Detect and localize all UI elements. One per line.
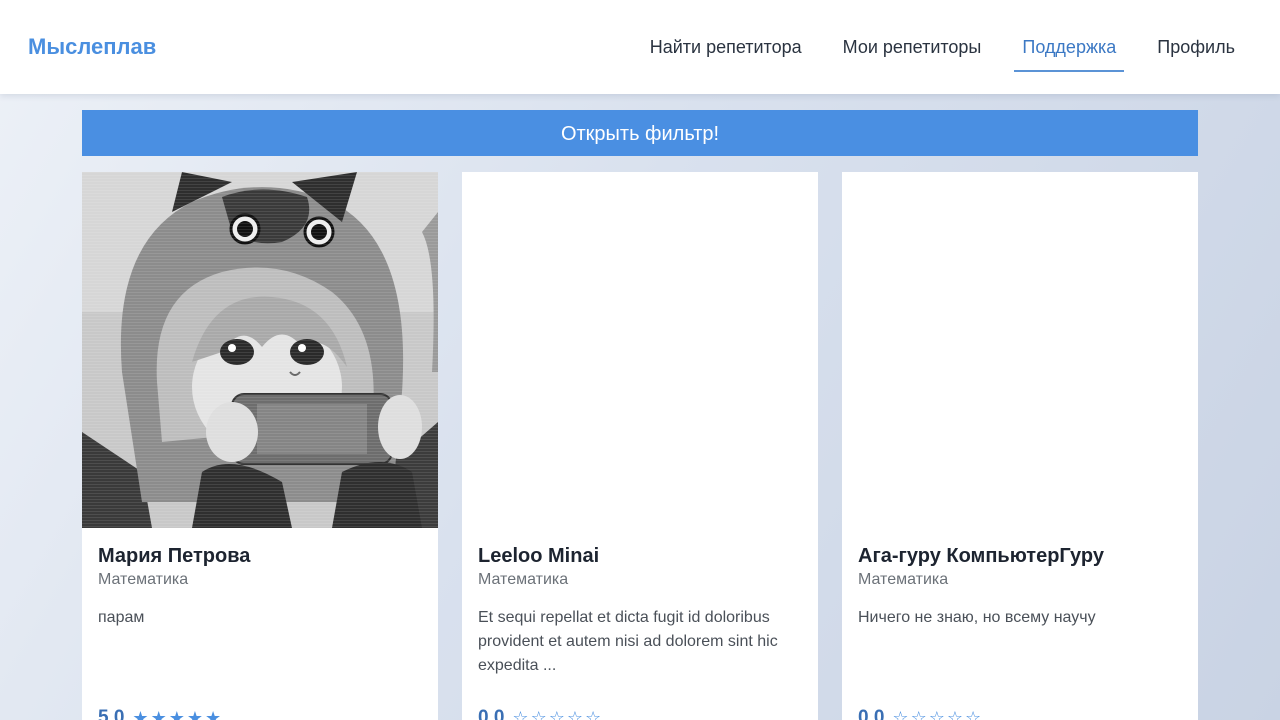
star-empty-icon: ☆: [530, 708, 547, 720]
nav-support-label: Поддержка: [1022, 37, 1117, 57]
tutor-description: парам: [98, 609, 145, 626]
tutor-rating: 5.0 ★ ★ ★ ★ ★: [98, 706, 223, 720]
star-filled-icon: ★: [150, 708, 167, 720]
tutor-subject: Математика: [478, 571, 569, 588]
rating-value: 0.0: [858, 707, 885, 720]
star-filled-icon: ★: [168, 708, 185, 720]
nav-profile[interactable]: Профиль: [1157, 0, 1235, 94]
nav-profile-label: Профиль: [1157, 37, 1235, 57]
star-empty-icon: ☆: [548, 708, 565, 720]
tutor-subject: Математика: [98, 571, 189, 588]
tutor-rating: 0.0 ☆ ☆ ☆ ☆ ☆: [478, 706, 603, 720]
open-filter-button[interactable]: Открыть фильтр!: [82, 110, 1198, 156]
nav-find-tutor-label: Найти репетитора: [649, 37, 802, 57]
tutor-rating: 0.0 ☆ ☆ ☆ ☆ ☆: [858, 706, 983, 720]
tutor-name[interactable]: Ага-гуру КомпьютерГуру: [858, 544, 1104, 568]
star-empty-icon: ☆: [892, 708, 909, 720]
tutor-description: Ничего не знаю, но всему научу: [858, 609, 1096, 626]
tutor-description: Et sequi repellat et dicta fugit id dolo…: [478, 609, 778, 674]
star-filled-icon: ★: [186, 708, 203, 720]
star-empty-icon: ☆: [946, 708, 963, 720]
top-header: Мыслеплав Найти репетитора Мои репетитор…: [0, 0, 1280, 94]
star-empty-icon: ☆: [584, 708, 602, 720]
tutor-name[interactable]: Leeloo Minai: [478, 544, 599, 568]
main-nav: Найти репетитора Мои репетиторы Поддержк…: [609, 0, 1235, 94]
tutor-card[interactable]: Ага-гуру КомпьютерГуру Математика Ничего…: [842, 172, 1198, 720]
tutor-avatar-placeholder: [842, 172, 1198, 528]
rating-stars: ★ ★ ★ ★ ★: [132, 706, 223, 720]
star-filled-icon: ★: [204, 708, 222, 720]
anime-avatar-image: [82, 172, 438, 528]
nav-my-tutors[interactable]: Мои репетиторы: [843, 0, 982, 94]
nav-active-underline: [1014, 70, 1125, 72]
rating-value: 0.0: [478, 707, 505, 720]
rating-stars: ☆ ☆ ☆ ☆ ☆: [892, 706, 983, 720]
nav-support[interactable]: Поддержка: [1014, 0, 1125, 94]
tutor-subject: Математика: [858, 571, 949, 588]
rating-value: 5.0: [98, 707, 125, 720]
tutor-avatar-placeholder: [462, 172, 818, 528]
star-empty-icon: ☆: [566, 708, 583, 720]
rating-stars: ☆ ☆ ☆ ☆ ☆: [512, 706, 603, 720]
nav-my-tutors-label: Мои репетиторы: [842, 37, 982, 57]
tutor-avatar: [82, 172, 438, 528]
tutor-name[interactable]: Мария Петрова: [98, 544, 250, 568]
star-empty-icon: ☆: [910, 708, 927, 720]
tutor-card[interactable]: Leeloo Minai Математика Et sequi repella…: [462, 172, 818, 720]
tutor-card[interactable]: Мария Петрова Математика парам 5.0 ★ ★ ★ ★ ★: [82, 172, 438, 720]
star-empty-icon: ☆: [964, 708, 982, 720]
star-empty-icon: ☆: [512, 708, 529, 720]
star-filled-icon: ★: [132, 708, 149, 720]
nav-find-tutor[interactable]: Найти репетитора: [650, 0, 802, 94]
star-empty-icon: ☆: [928, 708, 945, 720]
site-logo[interactable]: Мыслеплав: [28, 33, 156, 61]
